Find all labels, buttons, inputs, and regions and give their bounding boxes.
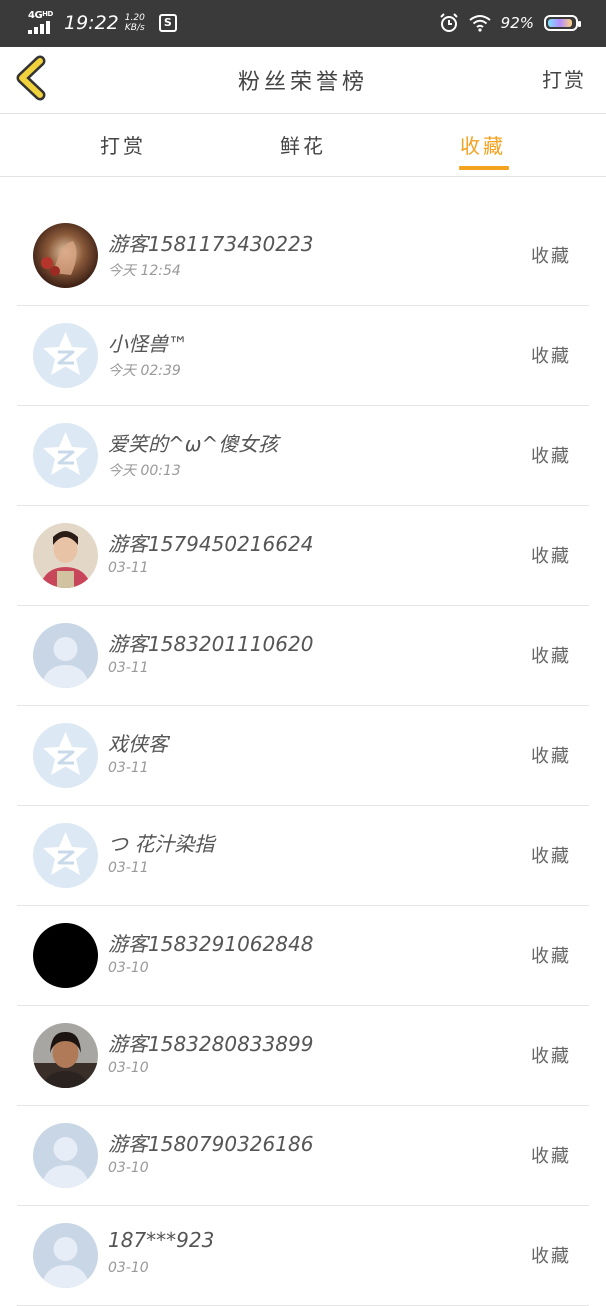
timestamp: 今天 12:54 [108, 263, 181, 279]
signal-icon: 4GHD [28, 10, 58, 36]
page-title: 粉丝荣誉榜 [237, 70, 368, 95]
action-label: 收藏 [531, 946, 571, 967]
list-item[interactable]: 游客1580790326186 03-10 收藏 [17, 1106, 589, 1206]
avatar-qq-default-icon[interactable] [33, 723, 98, 788]
avatar[interactable] [33, 523, 98, 588]
timestamp: 今天 02:39 [108, 363, 181, 379]
tab-bar: 打赏 鲜花 收藏 [0, 114, 606, 177]
alarm-icon [439, 13, 458, 32]
network-label: 4G [28, 10, 43, 21]
action-label: 收藏 [531, 1146, 571, 1167]
action-label: 收藏 [531, 446, 571, 467]
avatar-qq-default-icon[interactable] [33, 823, 98, 888]
status-bar: 4GHD 19:22 1.20 KB/s S 92% [0, 0, 606, 47]
list-item[interactable]: 游客1583291062848 03-10 收藏 [17, 906, 589, 1006]
user-name: 小怪兽™ [108, 332, 188, 356]
user-name: 爱笑的^ω^傻女孩 [108, 432, 279, 456]
tab-flowers[interactable]: 鲜花 [280, 130, 326, 159]
avatar[interactable] [33, 1023, 98, 1088]
timestamp: 今天 00:13 [108, 463, 181, 479]
user-name: 游客1583280833899 [108, 1032, 314, 1056]
action-label: 收藏 [531, 546, 571, 567]
timestamp: 03-10 [108, 1060, 149, 1076]
timestamp: 03-10 [108, 1160, 149, 1176]
action-label: 收藏 [531, 246, 571, 267]
action-label: 收藏 [531, 846, 571, 867]
favorites-list: 游客1581173430223 今天 12:54 收藏 小怪兽™ 今天 02:39 收藏爱… [17, 206, 589, 1306]
battery-percent: 92% [500, 14, 534, 32]
avatar[interactable] [33, 923, 98, 988]
action-label: 收藏 [531, 1046, 571, 1067]
tab-favorites[interactable]: 收藏 [460, 130, 506, 159]
battery-icon [544, 15, 581, 31]
avatar[interactable] [33, 223, 98, 288]
avatar-person-silhouette-icon[interactable] [33, 1223, 98, 1288]
speed-unit: KB/s [124, 23, 145, 33]
timestamp: 03-10 [108, 960, 149, 976]
avatar-qq-default-icon[interactable] [33, 323, 98, 388]
list-item[interactable]: 爱笑的^ω^傻女孩今天 00:13 收藏 [17, 406, 589, 506]
network-sup-label: HD [42, 10, 53, 18]
avatar-person-silhouette-icon[interactable] [33, 623, 98, 688]
list-item[interactable]: 游客1579450216624 03-11 收藏 [17, 506, 589, 606]
user-name: つ 花汁染指 [108, 832, 215, 856]
speed-value: 1.20 [124, 13, 145, 23]
user-name: 游客1581173430223 [108, 232, 314, 256]
timestamp: 03-11 [108, 860, 149, 876]
list-item[interactable]: 游客1583201110620 03-11 收藏 [17, 606, 589, 706]
tab-reward[interactable]: 打赏 [100, 130, 146, 159]
list-item[interactable]: つ 花汁染指 03-11 收藏 [17, 806, 589, 906]
list-item[interactable]: 小怪兽™ 今天 02:39 收藏 [17, 306, 589, 406]
app-notification-icon: S [158, 14, 177, 32]
user-name: 187***923 [108, 1228, 215, 1252]
status-right: 92% [439, 10, 581, 36]
action-label: 收藏 [531, 1246, 571, 1267]
action-label: 收藏 [531, 346, 571, 367]
clock: 19:22 [64, 12, 119, 34]
list-item[interactable]: 游客1581173430223 今天 12:54 收藏 [17, 206, 589, 306]
list-item[interactable]: 游客1583280833899 03-10 收藏 [17, 1006, 589, 1106]
reward-button[interactable]: 打赏 [542, 64, 586, 93]
user-name: 游客1583291062848 [108, 932, 314, 956]
nav-bar: 粉丝荣誉榜 打赏 [0, 47, 606, 114]
timestamp: 03-10 [108, 1260, 149, 1276]
network-speed: 1.20 KB/s [125, 13, 145, 33]
user-name: 游客1579450216624 [108, 532, 314, 556]
timestamp: 03-11 [108, 660, 149, 676]
user-name: 戏侠客 [108, 732, 168, 756]
timestamp: 03-11 [108, 760, 149, 776]
wifi-icon [469, 15, 491, 32]
user-name: 游客1580790326186 [108, 1132, 314, 1156]
action-label: 收藏 [531, 746, 571, 767]
avatar-person-silhouette-icon[interactable] [33, 1123, 98, 1188]
status-left: 4GHD 19:22 1.20 KB/s S [28, 10, 177, 36]
timestamp: 03-11 [108, 560, 149, 576]
list-item[interactable]: 戏侠客 03-11 收藏 [17, 706, 589, 806]
active-tab-indicator [459, 166, 509, 170]
action-label: 收藏 [531, 646, 571, 667]
avatar-qq-default-icon[interactable] [33, 423, 98, 488]
user-name: 游客1583201110620 [108, 632, 314, 656]
list-item[interactable]: 187***923 03-10 收藏 [17, 1206, 589, 1306]
